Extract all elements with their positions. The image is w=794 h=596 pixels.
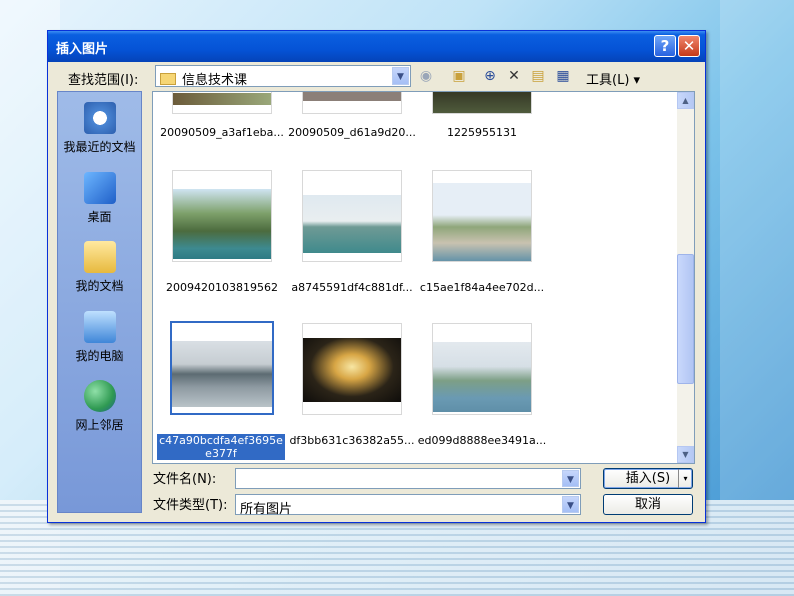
file-name[interactable]: df3bb631c36382a55... bbox=[287, 434, 417, 447]
close-button[interactable]: ✕ bbox=[678, 35, 700, 57]
chevron-down-icon[interactable]: ▼ bbox=[562, 496, 579, 513]
file-name[interactable]: 20090509_a3af1eba... bbox=[157, 126, 287, 139]
file-type-dropdown[interactable]: 所有图片 ▼ bbox=[235, 494, 581, 517]
file-name[interactable]: c15ae1f84a4ee702d... bbox=[417, 281, 547, 294]
new-folder-icon[interactable]: ▤ bbox=[528, 66, 548, 86]
network-places-icon bbox=[83, 380, 116, 412]
look-in-value: 信息技术课 bbox=[182, 73, 248, 88]
background-stripe bbox=[720, 0, 794, 500]
insert-picture-dialog: 插入图片 ? ✕ 查找范围(I): 信息技术课 ▼ ◉ ▣ ⊕ ✕ ▤ ▦ 工具… bbox=[47, 30, 706, 523]
up-folder-icon[interactable]: ▣ bbox=[449, 66, 469, 86]
folder-icon bbox=[160, 73, 176, 85]
file-name-selected[interactable]: c47a90bcdfa4ef3695ee377f bbox=[157, 434, 285, 460]
my-documents-icon bbox=[83, 241, 116, 273]
file-thumbnail[interactable] bbox=[302, 92, 402, 114]
file-name[interactable]: 2009420103819562 bbox=[157, 281, 287, 294]
file-thumbnail[interactable] bbox=[172, 92, 272, 114]
back-icon[interactable]: ◉ bbox=[416, 66, 436, 86]
insert-options-chevron-icon[interactable]: ▾ bbox=[678, 469, 692, 488]
dialog-title: 插入图片 bbox=[56, 42, 109, 57]
place-recent-documents[interactable]: 我最近的文档 bbox=[58, 102, 141, 155]
delete-icon[interactable]: ✕ bbox=[504, 66, 524, 86]
place-my-documents[interactable]: 我的文档 bbox=[58, 241, 141, 294]
desktop-icon bbox=[83, 172, 116, 204]
search-web-icon[interactable]: ⊕ bbox=[480, 66, 500, 86]
tools-menu[interactable]: 工具(L) ▾ bbox=[586, 69, 640, 88]
look-in-dropdown[interactable]: 信息技术课 ▼ bbox=[155, 65, 411, 88]
file-name[interactable]: 20090509_d61a9d20... bbox=[287, 126, 417, 139]
file-thumbnail[interactable] bbox=[432, 323, 532, 415]
my-computer-icon bbox=[83, 311, 116, 343]
file-list[interactable]: 20090509_a3af1eba... 20090509_d61a9d20..… bbox=[152, 91, 695, 464]
place-network[interactable]: 网上邻居 bbox=[58, 380, 141, 433]
file-type-label: 文件类型(T): bbox=[153, 498, 228, 513]
chevron-down-icon[interactable]: ▼ bbox=[562, 470, 579, 487]
places-bar: 我最近的文档 桌面 我的文档 我的电脑 网上邻居 bbox=[57, 91, 142, 513]
place-desktop[interactable]: 桌面 bbox=[58, 172, 141, 225]
title-bar[interactable]: 插入图片 ? ✕ bbox=[48, 31, 705, 62]
file-name-label: 文件名(N): bbox=[153, 472, 217, 487]
help-button[interactable]: ? bbox=[654, 35, 676, 57]
scrollbar-thumb[interactable] bbox=[677, 254, 694, 384]
place-my-computer[interactable]: 我的电脑 bbox=[58, 311, 141, 364]
file-name[interactable]: ed099d8888ee3491a... bbox=[417, 434, 547, 447]
file-thumbnail-selected[interactable] bbox=[170, 321, 274, 415]
file-thumbnail[interactable] bbox=[302, 323, 402, 415]
insert-button[interactable]: 插入(S) ▾ bbox=[603, 468, 693, 489]
file-thumbnail[interactable] bbox=[302, 170, 402, 262]
cancel-button[interactable]: 取消 bbox=[603, 494, 693, 515]
scroll-up-icon[interactable]: ▲ bbox=[677, 92, 694, 109]
chevron-down-icon[interactable]: ▼ bbox=[392, 67, 409, 85]
file-name[interactable]: a8745591df4c881df... bbox=[287, 281, 417, 294]
look-in-label: 查找范围(I): bbox=[68, 73, 139, 88]
file-thumbnail[interactable] bbox=[432, 92, 532, 114]
file-name-field[interactable]: ▼ bbox=[235, 468, 581, 489]
file-thumbnail[interactable] bbox=[432, 170, 532, 262]
vertical-scrollbar[interactable]: ▲ ▼ bbox=[677, 92, 694, 463]
recent-documents-icon bbox=[83, 102, 116, 134]
scroll-down-icon[interactable]: ▼ bbox=[677, 446, 694, 463]
views-icon[interactable]: ▦ bbox=[553, 66, 573, 86]
file-name[interactable]: 1225955131 bbox=[417, 126, 547, 139]
file-thumbnail[interactable] bbox=[172, 170, 272, 262]
